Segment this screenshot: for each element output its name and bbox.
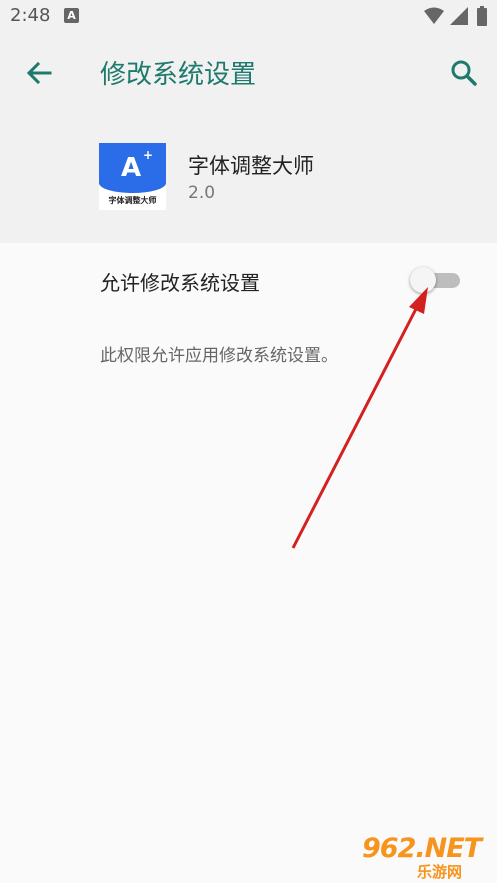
app-icon-caption: 字体调整大师 <box>108 196 157 205</box>
back-button[interactable] <box>24 58 54 88</box>
search-button[interactable] <box>448 57 480 89</box>
battery-icon <box>477 6 487 26</box>
status-time: 2:48 <box>10 5 51 26</box>
app-icon-letter: A <box>121 153 142 183</box>
app-header: 修改系统设置 A + 字体调整大师 字体调整大师 2.0 <box>0 33 497 243</box>
app-icon: A + 字体调整大师 <box>99 143 166 210</box>
notification-icon: A <box>64 8 79 23</box>
permission-label: 允许修改系统设置 <box>100 271 260 295</box>
watermark-main: 962.NET <box>362 833 482 864</box>
allow-modify-settings-row[interactable]: 允许修改系统设置 <box>0 255 497 305</box>
app-name: 字体调整大师 <box>188 154 314 178</box>
watermark-logo: 962.NET 乐游网 <box>362 833 492 881</box>
watermark-sub: 乐游网 <box>417 863 463 881</box>
permission-description: 此权限允许应用修改系统设置。 <box>100 346 338 366</box>
wifi-icon <box>424 7 444 24</box>
app-version: 2.0 <box>188 183 216 203</box>
page-title: 修改系统设置 <box>100 60 257 90</box>
signal-icon <box>450 7 468 25</box>
app-icon-plus: + <box>143 148 154 162</box>
status-bar: 2:48 A <box>0 0 497 33</box>
toggle-switch[interactable] <box>410 267 436 293</box>
